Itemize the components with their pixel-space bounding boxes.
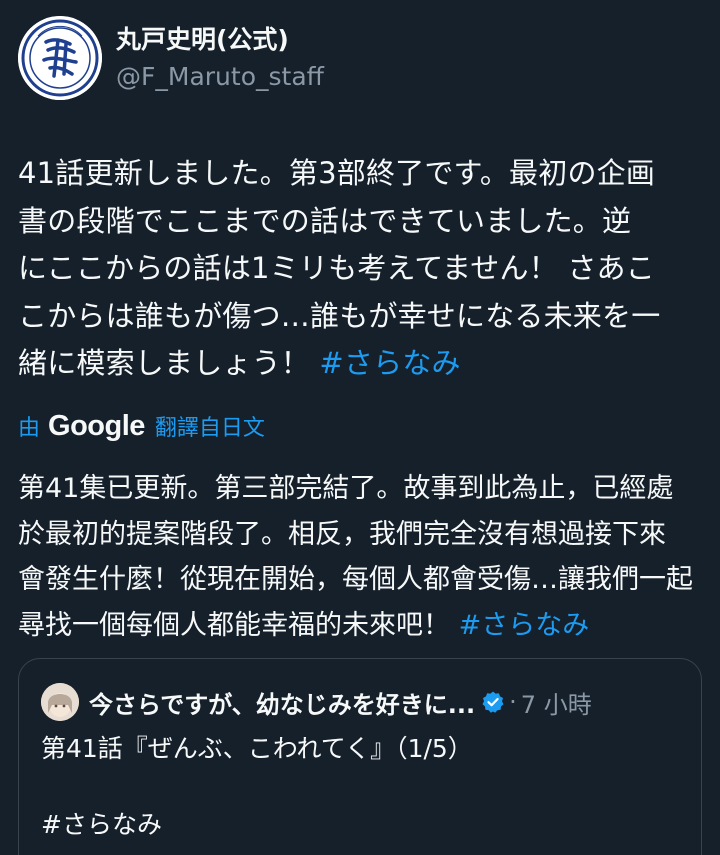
quoted-tweet[interactable]: 今さらですが、幼なじみを好きに... · 7 小時 第41話『ぜんぶ、こわれてく… [18,658,702,855]
tweet-line-last: 緒に模索しましょう！ #さらなみ [18,340,708,388]
translated-line: 第41集已更新。第三部完結了。故事到此為止，已經處 [18,473,674,504]
translated-line: 於最初的提案階段了。相反，我們完全沒有想過接下來 [18,518,666,550]
tweet-line: 書の段階でここまでの話はできていました。逆 [18,203,632,238]
translated-line-last: 尋找一個每個人都能幸福的未來吧！ #さらなみ [18,603,708,649]
quoted-tweet-header: 今さらですが、幼なじみを好きに... · 7 小時 [41,683,592,721]
character-avatar-icon [41,683,79,721]
tweet-line: 41話更新しました。第3部終了です。最初の企画 [18,156,656,190]
translated-from-link[interactable]: 翻譯自日文 [155,410,265,442]
quoted-author-name[interactable]: 今さらですが、幼なじみを好きに... [89,685,475,720]
translated-by-label: 由 [18,416,41,441]
hashtag-link[interactable]: #さらなみ [319,346,460,380]
translated-line: 尋找一個每個人都能幸福的未來吧！ [18,609,459,641]
translation-attribution: 由 Google 翻譯自日文 [18,408,265,444]
separator-dot: · [509,688,517,716]
hashtag-link[interactable]: #さらなみ [459,610,590,641]
quoted-tweet-hashtag[interactable]: #さらなみ [41,807,162,843]
tweet-line: こからは誰もが傷つ…誰もが幸せになる未来を一 [18,298,661,333]
tweet-author[interactable]: 丸戸史明(公式) @F_Maruto_staff [18,16,324,100]
quoted-author-avatar[interactable] [41,683,79,721]
quoted-tweet-timestamp[interactable]: 7 小時 [521,685,592,720]
verified-badge-icon [482,691,504,713]
tweet-body: 41話更新しました。第3部終了です。最初の企画 書の段階でここまでの話はできてい… [18,150,708,388]
translated-body: 第41集已更新。第三部完結了。故事到此為止，已經處 於最初的提案階段了。相反，我… [18,466,708,648]
author-display-name[interactable]: 丸戸史明(公式) [116,23,324,57]
tweet-line: 緒に模索しましょう！ [18,346,320,380]
author-handle[interactable]: @F_Maruto_staff [116,61,324,93]
tweet-line: にここからの話は1ミリも考えてません！ さあこ [18,251,655,285]
seal-logo-icon [18,16,102,100]
tweet-detail: 丸戸史明(公式) @F_Maruto_staff 41話更新しました。第3部終了… [0,0,720,855]
google-logo: Google [48,409,145,442]
translated-line: 會發生什麼！從現在開始，每個人都會受傷…讓我們一起 [18,564,693,595]
author-avatar[interactable] [18,16,102,100]
quoted-tweet-text: 第41話『ぜんぶ、こわれてく』（1/5） [41,734,473,763]
